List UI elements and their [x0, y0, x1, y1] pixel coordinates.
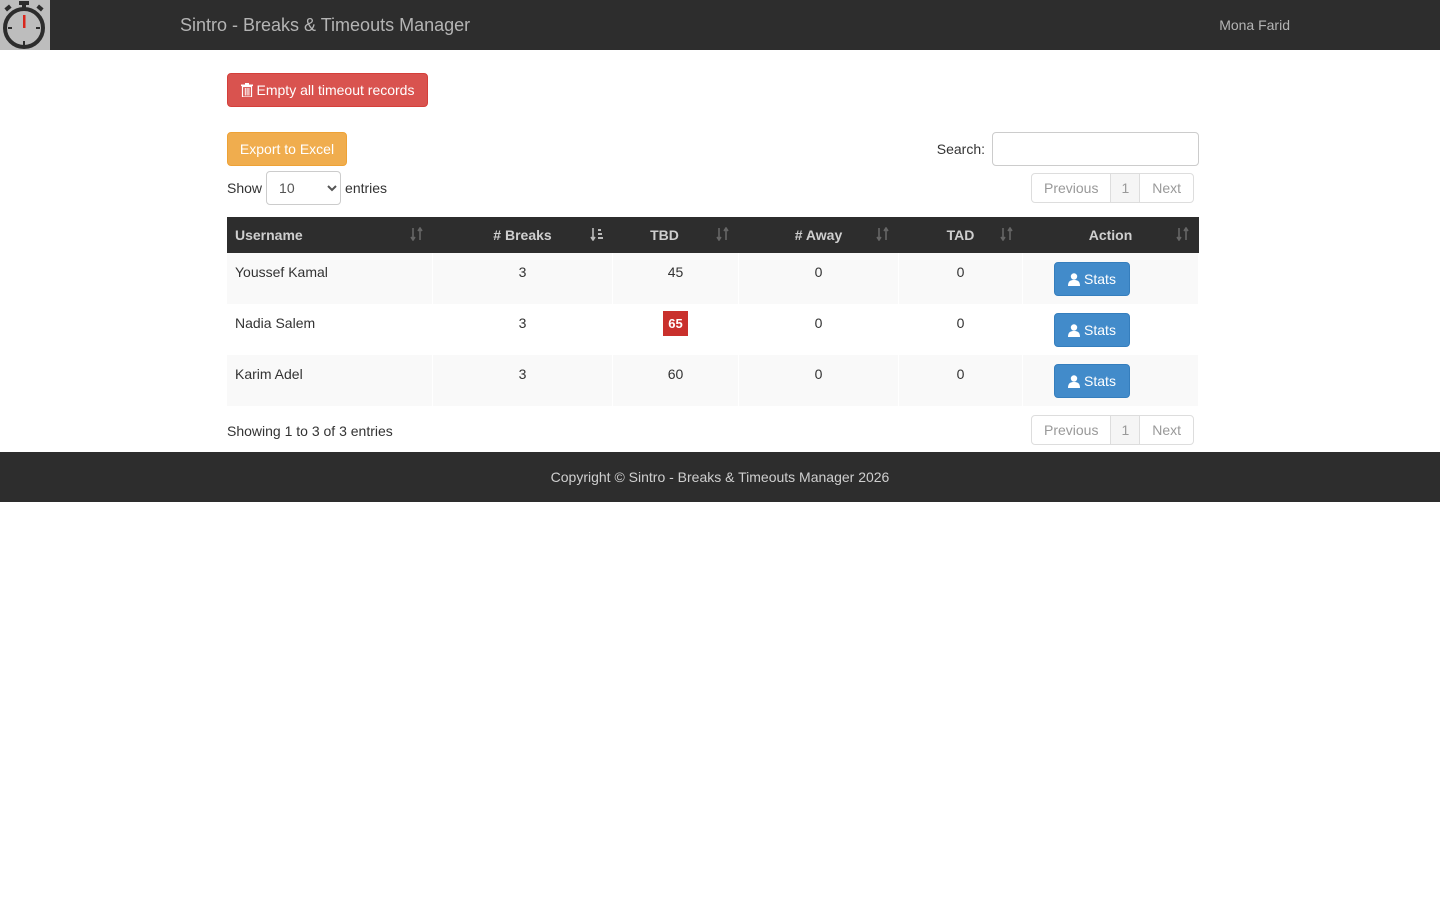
sort-both-icon [1176, 227, 1190, 241]
cell-action: Stats [1023, 355, 1199, 406]
cell-tbd: 60 [613, 355, 739, 406]
stats-label: Stats [1084, 271, 1116, 287]
column-tad[interactable]: TAD [899, 217, 1023, 253]
search-label: Search: [936, 141, 985, 157]
column-username-label: Username [235, 227, 303, 243]
user-name[interactable]: Mona Farid [1219, 17, 1290, 33]
cell-tbd: 65 [613, 304, 739, 355]
cell-tbd: 45 [613, 253, 739, 304]
cell-action: Stats [1023, 304, 1199, 355]
cell-username: Karim Adel [227, 355, 433, 406]
column-away-label: # Away [794, 227, 843, 243]
column-action-label: Action [1088, 227, 1133, 243]
column-breaks[interactable]: # Breaks [433, 217, 613, 253]
previous-page-button[interactable]: Previous [1031, 415, 1112, 445]
top-navbar: Sintro - Breaks & Timeouts Manager Mona … [0, 0, 1440, 50]
page-1-button[interactable]: 1 [1110, 415, 1141, 445]
table-row: Karim Adel 3 60 0 0 Stats [227, 355, 1199, 406]
stats-label: Stats [1084, 373, 1116, 389]
entries-label: entries [345, 180, 388, 196]
stats-button[interactable]: Stats [1054, 313, 1130, 347]
table-info: Showing 1 to 3 of 3 entries [227, 423, 393, 439]
next-page-button[interactable]: Next [1139, 415, 1195, 445]
cell-username: Youssef Kamal [227, 253, 433, 304]
sort-both-icon [1000, 227, 1014, 241]
page-footer: Copyright © Sintro - Breaks & Timeouts M… [0, 452, 1440, 502]
entries-length-control: Show 10 entries [227, 171, 387, 205]
column-tad-label: TAD [946, 227, 975, 243]
sort-ascending-icon [590, 227, 604, 241]
app-title[interactable]: Sintro - Breaks & Timeouts Manager [180, 14, 470, 36]
timeouts-table: Username # Breaks TBD # Away TAD Action … [227, 217, 1199, 406]
cell-breaks: 3 [433, 304, 613, 355]
table-row: Youssef Kamal 3 45 0 0 Stats [227, 253, 1199, 304]
table-search: Search: [937, 132, 1199, 166]
entries-per-page-select[interactable]: 10 [266, 171, 342, 205]
column-username[interactable]: Username [227, 217, 433, 253]
sort-both-icon [410, 227, 424, 241]
empty-timeout-records-label: Empty all timeout records [256, 82, 415, 98]
cell-away: 0 [739, 355, 899, 406]
sort-both-icon [876, 227, 890, 241]
cell-breaks: 3 [433, 253, 613, 304]
cell-away: 0 [739, 253, 899, 304]
previous-page-button[interactable]: Previous [1031, 173, 1112, 203]
pagination-top: Previous 1 Next [1031, 173, 1195, 203]
column-tbd-label: TBD [650, 227, 679, 243]
cell-breaks: 3 [433, 355, 613, 406]
stats-button[interactable]: Stats [1054, 262, 1130, 296]
empty-timeout-records-button[interactable]: Empty all timeout records [227, 73, 428, 107]
user-icon [1068, 323, 1081, 337]
export-excel-label: Export to Excel [239, 141, 335, 157]
column-tbd[interactable]: TBD [613, 217, 739, 253]
export-excel-button[interactable]: Export to Excel [227, 132, 347, 166]
cell-away: 0 [739, 304, 899, 355]
column-away[interactable]: # Away [739, 217, 899, 253]
user-icon [1068, 272, 1081, 286]
cell-tad: 0 [899, 304, 1023, 355]
trash-icon [240, 83, 253, 97]
next-page-button[interactable]: Next [1139, 173, 1195, 203]
user-icon [1068, 374, 1081, 388]
tbd-alert-badge: 65 [663, 311, 688, 336]
show-label: Show [227, 180, 263, 196]
cell-username: Nadia Salem [227, 304, 433, 355]
pagination-bottom: Previous 1 Next [1031, 415, 1195, 445]
search-input[interactable] [992, 132, 1199, 166]
cell-tad: 0 [899, 355, 1023, 406]
stats-label: Stats [1084, 322, 1116, 338]
stats-button[interactable]: Stats [1054, 364, 1130, 398]
page-1-button[interactable]: 1 [1110, 173, 1141, 203]
column-breaks-label: # Breaks [493, 227, 552, 243]
cell-action: Stats [1023, 253, 1199, 304]
column-action[interactable]: Action [1023, 217, 1199, 253]
copyright-text: Copyright © Sintro - Breaks & Timeouts M… [550, 469, 890, 485]
table-row: Nadia Salem 3 65 0 0 Stats [227, 304, 1199, 355]
table-header-row: Username # Breaks TBD # Away TAD Action [227, 217, 1199, 253]
sort-both-icon [716, 227, 730, 241]
stopwatch-logo-icon[interactable] [0, 0, 50, 50]
cell-tad: 0 [899, 253, 1023, 304]
